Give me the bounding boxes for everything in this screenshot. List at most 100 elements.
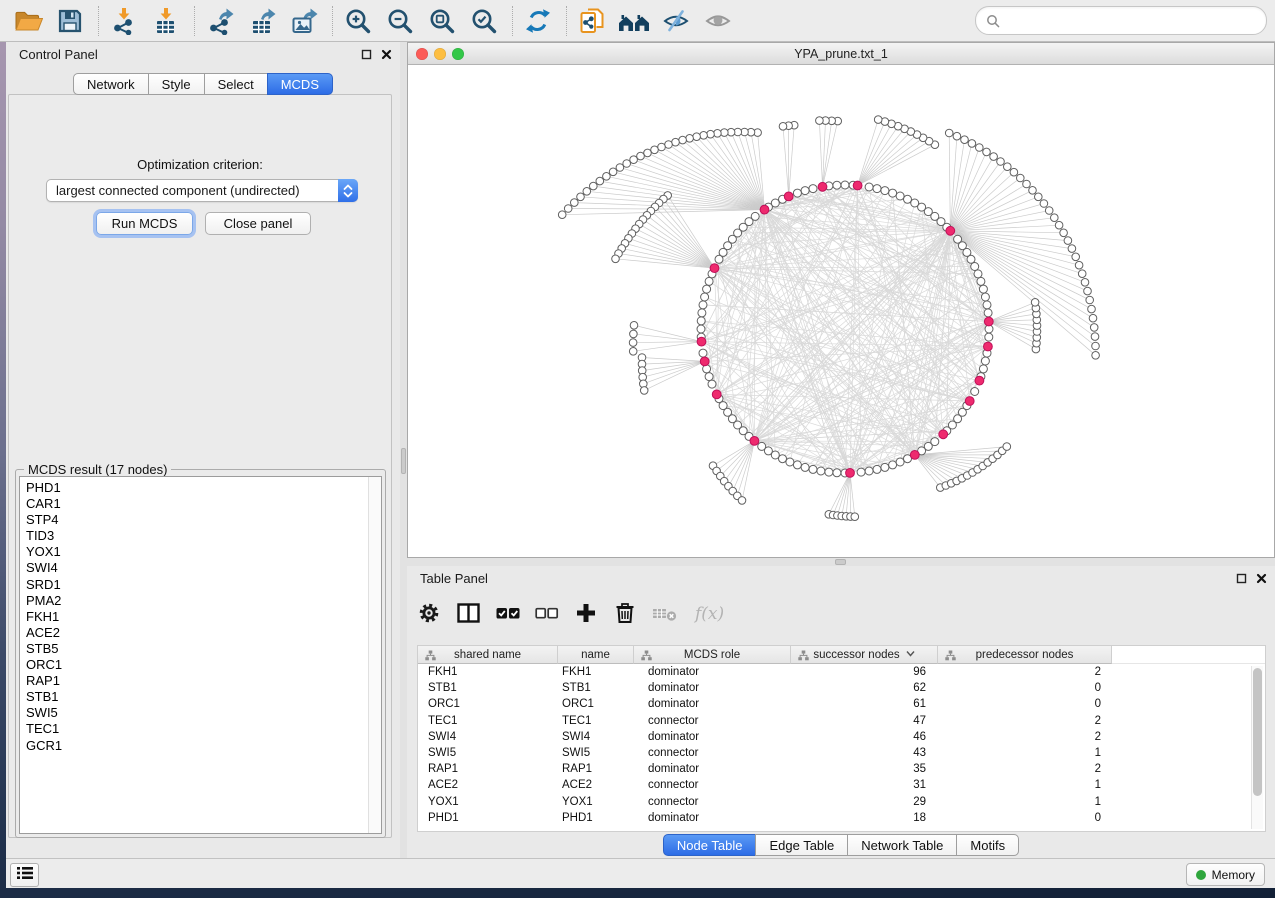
- delete-table-button: [652, 601, 678, 625]
- eye-slash-button[interactable]: [660, 5, 692, 37]
- mcds-result-item[interactable]: SWI4: [26, 560, 381, 576]
- toolbar-separator: [512, 6, 513, 36]
- column-header-predecessor-nodes[interactable]: predecessor nodes: [938, 646, 1112, 664]
- float-panel-icon[interactable]: [361, 47, 372, 65]
- tab-mcds[interactable]: MCDS: [267, 73, 333, 95]
- table-row[interactable]: PHD1PHD1dominator180: [418, 810, 1265, 826]
- open-file-button[interactable]: [12, 5, 44, 37]
- add-button[interactable]: [574, 601, 598, 625]
- network-graph[interactable]: [408, 65, 1274, 557]
- mcds-result-item[interactable]: ORC1: [26, 657, 381, 673]
- optimization-select-value: largest connected component (undirected): [47, 183, 338, 198]
- mcds-list-scrollbar[interactable]: [368, 477, 381, 833]
- double-house-button[interactable]: [618, 5, 650, 37]
- mcds-result-item[interactable]: STB5: [26, 641, 381, 657]
- control-panel: Control Panel NetworkStyleSelectMCDS Opt…: [6, 42, 400, 858]
- column-label: predecessor nodes: [976, 649, 1074, 661]
- task-history-button[interactable]: [10, 863, 39, 887]
- mcds-result-item[interactable]: RAP1: [26, 673, 381, 689]
- splitter-grip[interactable]: [835, 559, 846, 565]
- split-panel-button[interactable]: [456, 601, 481, 625]
- mcds-result-item[interactable]: SWI5: [26, 705, 381, 721]
- tab-style[interactable]: Style: [148, 73, 205, 95]
- cell-predecessor-nodes: 2: [938, 713, 1112, 729]
- table-scrollbar[interactable]: [1251, 666, 1263, 829]
- select-all-button[interactable]: [496, 601, 520, 625]
- vertical-splitter[interactable]: [400, 42, 407, 858]
- table-row[interactable]: ORC1ORC1dominator610: [418, 696, 1265, 712]
- run-mcds-button[interactable]: Run MCDS: [96, 212, 193, 235]
- mcds-result-item[interactable]: FKH1: [26, 609, 381, 625]
- float-panel-icon[interactable]: [1236, 571, 1247, 589]
- column-header-name[interactable]: name: [558, 646, 634, 664]
- tab-select[interactable]: Select: [204, 73, 268, 95]
- column-header-successor-nodes[interactable]: successor nodes: [791, 646, 938, 664]
- column-header-shared-name[interactable]: shared name: [418, 646, 558, 664]
- mcds-result-item[interactable]: PMA2: [26, 593, 381, 609]
- tab-motifs[interactable]: Motifs: [956, 834, 1019, 856]
- zoom-selected-icon: [470, 7, 498, 35]
- mcds-result-item[interactable]: CAR1: [26, 496, 381, 512]
- table-row[interactable]: TEC1TEC1connector472: [418, 713, 1265, 729]
- mcds-result-item[interactable]: TID3: [26, 528, 381, 544]
- unselect-all-button[interactable]: [535, 601, 559, 625]
- tab-network-table[interactable]: Network Table: [847, 834, 957, 856]
- desktop-wallpaper: { "accent_blue": "#3b7ceb", "main_toolba…: [0, 0, 1275, 898]
- table-row[interactable]: ACE2ACE2connector311: [418, 777, 1265, 793]
- cell-name: SWI4: [558, 729, 634, 745]
- column-label: shared name: [454, 649, 521, 661]
- export-table-button[interactable]: [246, 5, 278, 37]
- cell-MCDS-role: connector: [634, 713, 791, 729]
- table-row[interactable]: YOX1YOX1connector291: [418, 794, 1265, 810]
- trash-button[interactable]: [613, 601, 637, 625]
- export-network-button[interactable]: [204, 5, 236, 37]
- network-documents-icon: [578, 7, 606, 35]
- toolbar-icon-group: [12, 5, 744, 37]
- mcds-result-item[interactable]: ACE2: [26, 625, 381, 641]
- zoom-fit-button[interactable]: [426, 5, 458, 37]
- zoom-selected-button[interactable]: [468, 5, 500, 37]
- node-layer: [558, 116, 1099, 521]
- network-window-titlebar[interactable]: YPA_prune.txt_1: [408, 43, 1274, 65]
- main-toolbar: [0, 0, 1275, 42]
- table-row[interactable]: RAP1RAP1dominator352: [418, 761, 1265, 777]
- gear-button[interactable]: [417, 601, 441, 625]
- close-panel-icon[interactable]: [1256, 571, 1267, 589]
- table-row[interactable]: SWI5SWI5connector431: [418, 745, 1265, 761]
- table-row[interactable]: SWI4SWI4dominator462: [418, 729, 1265, 745]
- tab-network[interactable]: Network: [73, 73, 149, 95]
- mcds-result-groupbox: MCDS result (17 nodes) PHD1CAR1STP4TID3Y…: [15, 469, 386, 838]
- mcds-result-item[interactable]: SRD1: [26, 577, 381, 593]
- mcds-result-item[interactable]: GCR1: [26, 738, 381, 754]
- memory-button[interactable]: Memory: [1186, 863, 1265, 886]
- mcds-result-item[interactable]: YOX1: [26, 544, 381, 560]
- import-table-button[interactable]: [150, 5, 182, 37]
- search-input[interactable]: [1006, 13, 1256, 28]
- save-session-button[interactable]: [54, 5, 86, 37]
- close-panel-icon[interactable]: [381, 47, 392, 65]
- network-documents-button[interactable]: [576, 5, 608, 37]
- table-row[interactable]: STB1STB1dominator620: [418, 680, 1265, 696]
- tab-node-table[interactable]: Node Table: [663, 834, 757, 856]
- scrollbar-thumb[interactable]: [1253, 668, 1262, 796]
- mcds-result-item[interactable]: PHD1: [26, 480, 381, 496]
- export-image-icon: [290, 7, 318, 35]
- mcds-result-item[interactable]: STP4: [26, 512, 381, 528]
- network-canvas[interactable]: [408, 65, 1274, 557]
- table-row[interactable]: FKH1FKH1dominator962: [418, 664, 1265, 680]
- import-table-icon: [152, 7, 180, 35]
- tab-edge-table[interactable]: Edge Table: [755, 834, 848, 856]
- cell-MCDS-role: dominator: [634, 664, 791, 680]
- zoom-out-button[interactable]: [384, 5, 416, 37]
- export-image-button[interactable]: [288, 5, 320, 37]
- horizontal-splitter[interactable]: [407, 558, 1275, 566]
- refresh-button[interactable]: [522, 5, 554, 37]
- zoom-in-button[interactable]: [342, 5, 374, 37]
- mcds-result-item[interactable]: TEC1: [26, 721, 381, 737]
- optimization-select[interactable]: largest connected component (undirected): [46, 179, 358, 202]
- column-header-MCDS-role[interactable]: MCDS role: [634, 646, 791, 664]
- splitter-grip[interactable]: [401, 448, 406, 474]
- mcds-result-item[interactable]: STB1: [26, 689, 381, 705]
- import-network-button[interactable]: [108, 5, 140, 37]
- close-panel-button[interactable]: Close panel: [205, 212, 311, 235]
